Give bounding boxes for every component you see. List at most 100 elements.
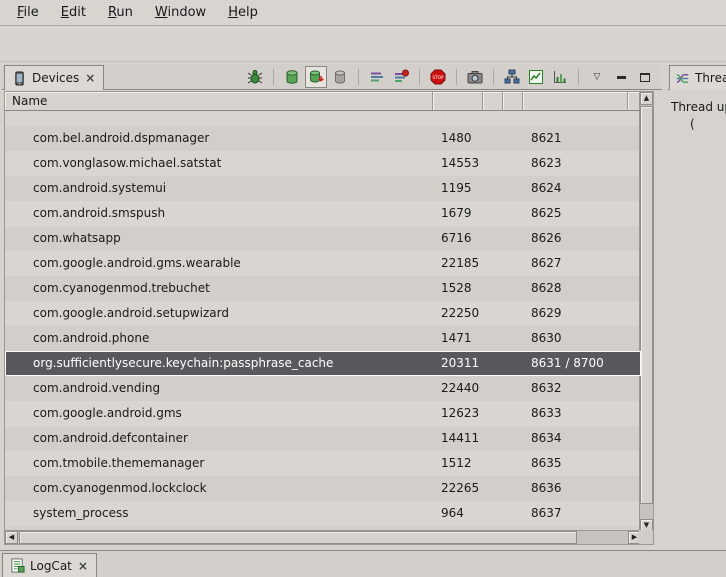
process-row[interactable]: com.android.phone 1471 8630 xyxy=(5,326,641,351)
ddms-window: File Edit Run Window Help Devices × xyxy=(0,0,726,577)
process-pid: 14411 xyxy=(441,426,479,451)
devices-toolbar: STOP ▽ xyxy=(244,66,656,88)
process-pid: 14553 xyxy=(441,151,479,176)
process-name: com.android.phone xyxy=(33,326,149,351)
menu-item[interactable]: Run xyxy=(97,1,144,24)
process-name: com.android.defcontainer xyxy=(33,426,188,451)
toolbar-separator xyxy=(456,69,457,85)
process-row[interactable]: org.sufficientlysecure.keychain:passphra… xyxy=(5,351,641,376)
stop-process-icon[interactable]: STOP xyxy=(427,66,449,88)
process-row[interactable]: com.android.vending 22440 8632 xyxy=(5,376,641,401)
main-toolbar-area xyxy=(0,26,726,62)
process-row[interactable]: com.bel.android.dspmanager 1480 8621 xyxy=(5,126,641,151)
close-icon[interactable]: × xyxy=(84,71,96,85)
partial-row xyxy=(5,111,641,126)
process-pid: 964 xyxy=(441,501,464,526)
process-pid: 22440 xyxy=(441,376,479,401)
tab-threads-label: Threads xyxy=(695,71,726,85)
view-menu-icon[interactable]: ▽ xyxy=(586,66,608,88)
column-header-2[interactable] xyxy=(483,92,503,111)
cause-gc-icon[interactable] xyxy=(329,66,351,88)
process-row[interactable]: com.vonglasow.michael.satstat 14553 8623 xyxy=(5,151,641,176)
process-row[interactable]: com.google.android.gms.wearable 22185 86… xyxy=(5,251,641,276)
process-port: 8628 xyxy=(531,276,562,301)
process-name: com.tmobile.thememanager xyxy=(33,451,204,476)
device-icon xyxy=(12,71,27,86)
process-name: com.cyanogenmod.lockclock xyxy=(33,476,207,501)
maximize-icon[interactable] xyxy=(634,66,656,88)
menu-item[interactable]: Edit xyxy=(50,1,97,24)
column-header-name[interactable]: Name xyxy=(5,92,433,111)
column-header-pid[interactable] xyxy=(433,92,483,111)
update-threads-icon[interactable] xyxy=(366,66,388,88)
process-table: Name com.bel.android.dspmanager 1480 862… xyxy=(4,91,654,545)
process-row[interactable]: com.cyanogenmod.trebuchet 1528 8628 xyxy=(5,276,641,301)
tab-devices-label: Devices xyxy=(32,71,79,85)
allocation-tracker-icon[interactable] xyxy=(549,66,571,88)
capture-systrace-icon[interactable] xyxy=(525,66,547,88)
process-name: com.google.android.setupwizard xyxy=(33,301,229,326)
process-row[interactable]: com.android.defcontainer 14411 8634 xyxy=(5,426,641,451)
process-pid: 22185 xyxy=(441,251,479,276)
screen-capture-icon[interactable] xyxy=(464,66,486,88)
process-port: 8630 xyxy=(531,326,562,351)
process-row[interactable]: com.cyanogenmod.lockclock 22265 8636 xyxy=(5,476,641,501)
process-row[interactable]: com.google.android.gms 12623 8633 xyxy=(5,401,641,426)
process-name: com.android.smspush xyxy=(33,201,165,226)
process-row[interactable]: com.whatsapp 6716 8626 xyxy=(5,226,641,251)
process-port: 8633 xyxy=(531,401,562,426)
scroll-left-icon[interactable]: ◀ xyxy=(5,531,18,544)
process-port: 8631 / 8700 xyxy=(531,351,604,376)
process-row[interactable]: com.tmobile.thememanager 1512 8635 xyxy=(5,451,641,476)
threads-icon xyxy=(675,71,690,86)
devices-panel: Devices × xyxy=(2,64,662,550)
column-header-port[interactable] xyxy=(523,92,628,111)
process-port: 8634 xyxy=(531,426,562,451)
process-row[interactable]: com.android.systemui 1195 8624 xyxy=(5,176,641,201)
process-pid: 1512 xyxy=(441,451,472,476)
stop-label: STOP xyxy=(432,75,444,80)
debug-process-icon[interactable] xyxy=(244,66,266,88)
vertical-scrollbar-thumb[interactable] xyxy=(640,106,653,504)
threads-message: ( xyxy=(690,117,695,131)
menu-bar: File Edit Run Window Help xyxy=(0,0,726,26)
process-port: 8627 xyxy=(531,251,562,276)
table-header: Name xyxy=(5,92,641,111)
process-port: 8623 xyxy=(531,151,562,176)
tab-threads[interactable]: Threads xyxy=(669,65,726,90)
threads-panel: Threads Thread up ( xyxy=(668,64,726,550)
horizontal-scrollbar[interactable]: ◀ ▶ xyxy=(5,530,641,544)
menu-item[interactable]: Help xyxy=(217,1,269,24)
column-header-3[interactable] xyxy=(503,92,523,111)
process-name: com.vonglasow.michael.satstat xyxy=(33,151,221,176)
vertical-scrollbar[interactable]: ▲ ▼ xyxy=(639,92,653,532)
menu-item[interactable]: Window xyxy=(144,1,217,24)
threads-content: Thread up ( xyxy=(668,91,726,550)
menu-item[interactable]: File xyxy=(6,1,50,24)
devices-tabbar: Devices × xyxy=(2,64,662,90)
scroll-up-icon[interactable]: ▲ xyxy=(640,92,653,105)
minimize-icon[interactable] xyxy=(610,66,632,88)
process-row[interactable]: com.google.android.setupwizard 22250 862… xyxy=(5,301,641,326)
update-heap-icon[interactable] xyxy=(281,66,303,88)
dump-hprof-icon[interactable] xyxy=(305,66,327,88)
process-name: com.android.systemui xyxy=(33,176,166,201)
process-pid: 22265 xyxy=(441,476,479,501)
tab-logcat[interactable]: LogCat × xyxy=(2,553,97,577)
process-port: 8635 xyxy=(531,451,562,476)
process-port: 8629 xyxy=(531,301,562,326)
logcat-tabbar: LogCat × xyxy=(0,550,726,577)
process-port: 8621 xyxy=(531,126,562,151)
close-icon[interactable]: × xyxy=(77,559,89,573)
process-name: com.bel.android.dspmanager xyxy=(33,126,209,151)
process-pid: 1195 xyxy=(441,176,472,201)
process-name: com.whatsapp xyxy=(33,226,121,251)
tab-devices[interactable]: Devices × xyxy=(4,65,104,90)
process-pid: 1528 xyxy=(441,276,472,301)
start-method-profiling-icon[interactable] xyxy=(390,66,412,88)
horizontal-scrollbar-thumb[interactable] xyxy=(19,531,577,544)
toolbar-separator xyxy=(273,69,274,85)
process-row[interactable]: system_process 964 8637 xyxy=(5,501,641,526)
process-row[interactable]: com.android.smspush 1679 8625 xyxy=(5,201,641,226)
dump-view-hierarchy-icon[interactable] xyxy=(501,66,523,88)
